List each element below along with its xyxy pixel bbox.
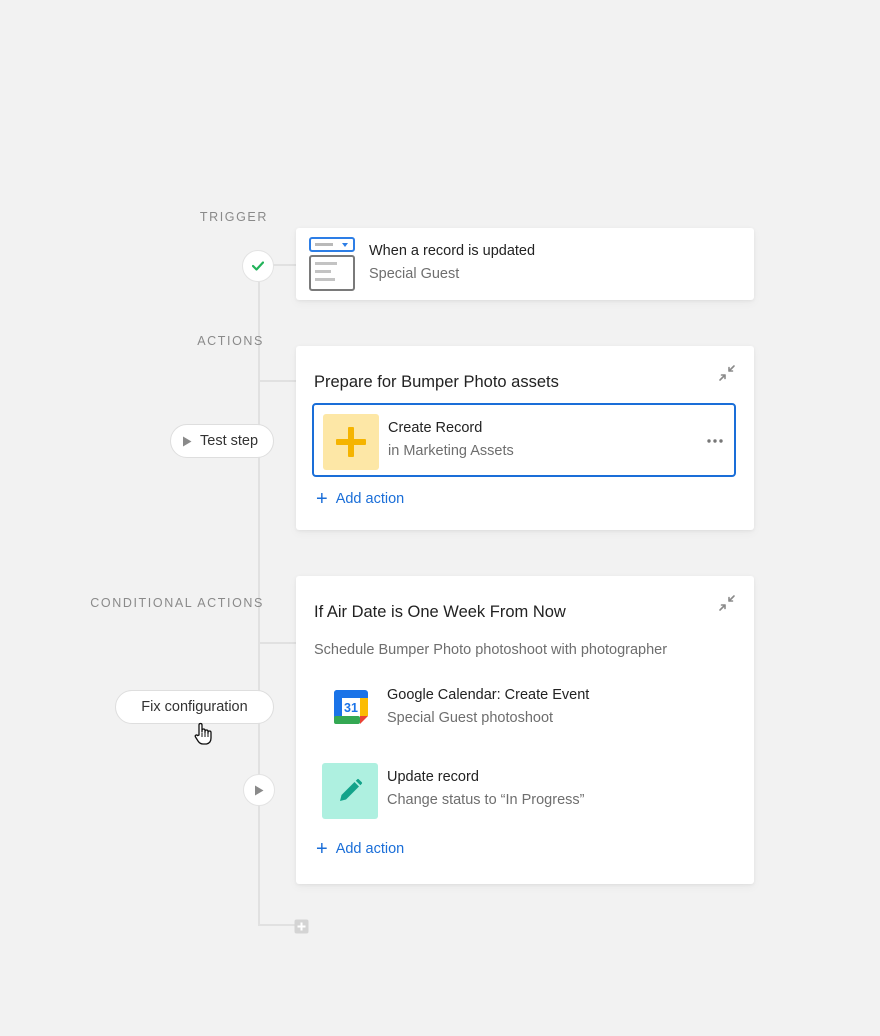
conditional-actions-card: If Air Date is One Week From Now Schedul… [296, 576, 754, 884]
trigger-status-node [242, 250, 274, 282]
create-record-subtitle: in Marketing Assets [388, 443, 514, 459]
add-action-button[interactable]: + Add action [316, 489, 404, 509]
create-record-tile [323, 414, 379, 470]
calendar-action-subtitle: Special Guest photoshoot [387, 710, 554, 726]
fix-configuration-label: Fix configuration [141, 699, 248, 715]
plus-icon [336, 427, 366, 457]
calendar-action-title: Google Calendar: Create Event [387, 687, 590, 703]
play-icon [183, 436, 192, 446]
add-action-label: Add action [335, 491, 405, 507]
test-step-button[interactable]: Test step [170, 424, 274, 458]
conditional-description: Schedule Bumper Photo photoshoot with ph… [314, 642, 668, 658]
update-record-tile [322, 763, 378, 819]
play-icon [255, 785, 264, 795]
more-icon[interactable] [707, 439, 723, 443]
add-action-label: Add action [335, 841, 405, 857]
conditional-card-title: If Air Date is One Week From Now [314, 603, 566, 621]
check-icon [252, 261, 264, 271]
fix-configuration-button[interactable]: Fix configuration [115, 690, 274, 724]
create-record-title: Create Record [388, 420, 483, 436]
update-record-action[interactable]: Update record Change status to “In Progr… [314, 758, 734, 822]
collapse-icon[interactable] [718, 364, 736, 382]
cursor-hand-icon [194, 722, 212, 745]
create-record-action[interactable]: Create Record in Marketing Assets [312, 403, 736, 477]
trigger-card[interactable]: When a record is updated Special Guest [296, 228, 754, 300]
add-action-button[interactable]: + Add action [316, 839, 404, 859]
plus-icon: + [316, 488, 328, 510]
trigger-title: When a record is updated [369, 243, 536, 259]
actions-label: ACTIONS [197, 334, 264, 348]
run-conditional-node[interactable] [243, 774, 275, 806]
record-form-icon [309, 237, 355, 291]
test-step-label: Test step [200, 433, 259, 449]
bottom-connector [258, 924, 296, 926]
google-calendar-icon: 31 [334, 690, 368, 724]
actions-card: Prepare for Bumper Photo assets Create R… [296, 346, 754, 530]
update-record-title: Update record [387, 769, 479, 785]
plus-icon: + [316, 838, 328, 860]
google-calendar-action[interactable]: 31 Google Calendar: Create Event Special… [314, 676, 734, 740]
update-record-subtitle: Change status to “In Progress” [387, 792, 585, 808]
actions-card-title: Prepare for Bumper Photo assets [314, 373, 559, 391]
conditional-actions-label: CONDITIONAL ACTIONS [90, 596, 264, 610]
actions-connector [258, 380, 296, 382]
pencil-icon [340, 778, 363, 801]
collapse-icon[interactable] [718, 594, 736, 612]
trigger-subtitle: Special Guest [369, 266, 460, 282]
conditional-connector [258, 642, 296, 644]
add-square-icon[interactable] [294, 919, 309, 934]
calendar-day: 31 [344, 701, 358, 715]
trigger-label: TRIGGER [199, 210, 268, 224]
